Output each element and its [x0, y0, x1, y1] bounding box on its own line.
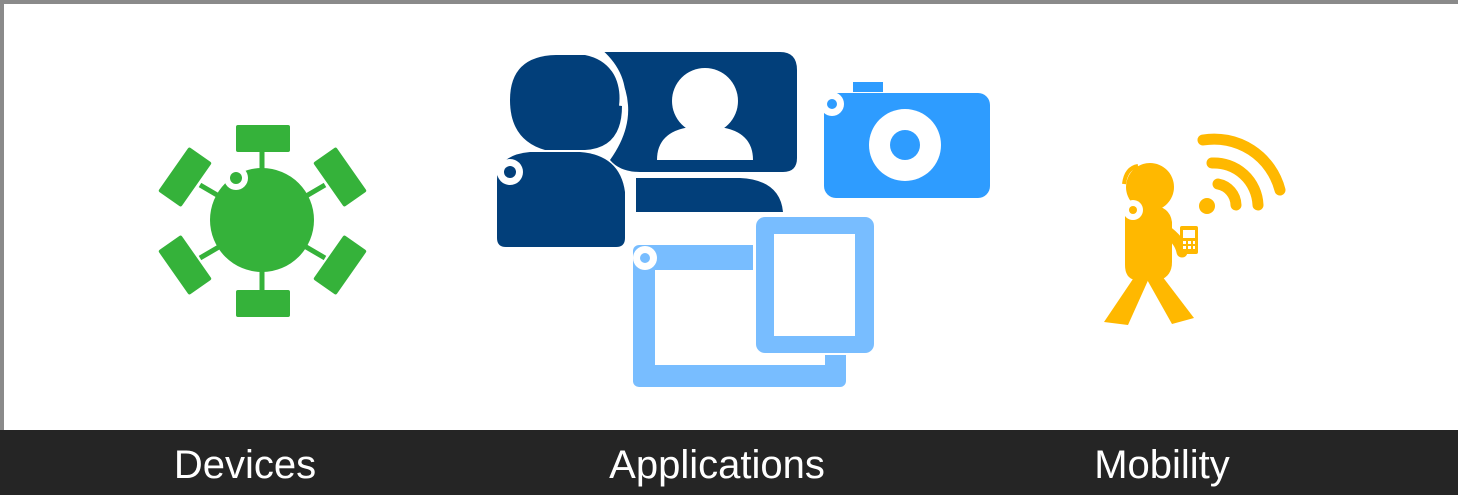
applications-caption: Applications: [609, 443, 825, 487]
camera-icon: [820, 82, 990, 198]
tablet-screens-icon: [633, 215, 876, 387]
contacts-people-icon: [497, 49, 797, 247]
illustration-area: [158, 49, 1286, 387]
walking-person-phone-wifi-icon: [1104, 133, 1286, 325]
network-hub-icon: [158, 125, 367, 317]
devices-caption: Devices: [173, 443, 317, 487]
mobility-caption: Mobility: [1094, 443, 1230, 487]
caption-bar: Devices Applications Mobility: [0, 430, 1458, 495]
